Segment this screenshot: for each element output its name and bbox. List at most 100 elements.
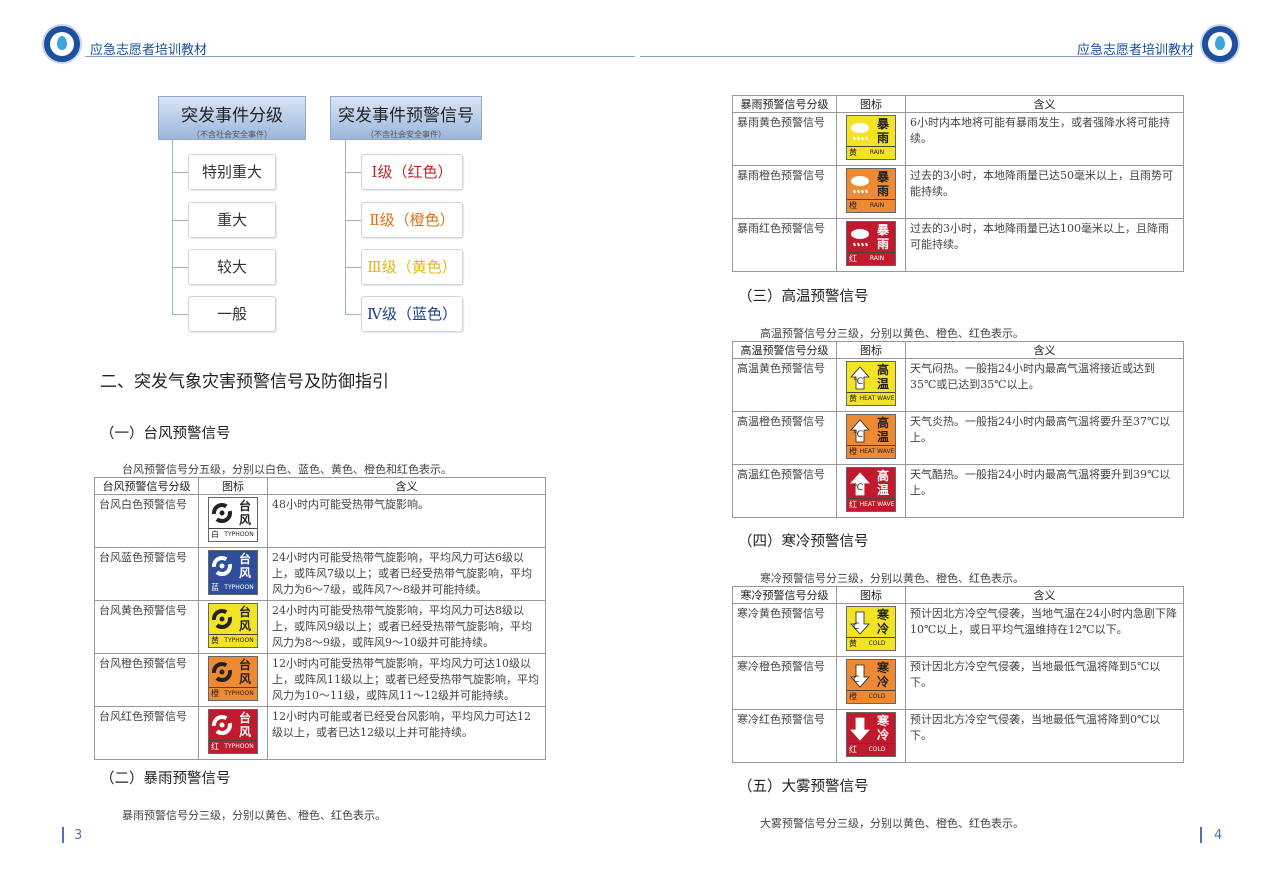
- logo-right-icon: [1200, 24, 1240, 64]
- signal-name: 台风橙色预警信号: [94, 653, 199, 707]
- icon-chinese-label: 台风: [235, 499, 255, 527]
- table-header-row: 寒冷预警信号分级 图标 含义: [732, 586, 1184, 604]
- warning-signal-icon: ℃ 高温橙 HEAT WAVE: [846, 414, 896, 459]
- icon-chinese-label: 寒冷: [873, 714, 893, 742]
- column-header: 高温预警信号分级: [732, 341, 837, 359]
- chart-connector-right: [345, 140, 346, 314]
- book-spread: 应急志愿者培训教材 应急志愿者培训教材 3 4 突发事件分级 （不含社会安全事件…: [0, 0, 1280, 874]
- icon-chinese-label: 台风: [235, 658, 255, 686]
- warning-signal-icon: ℃ 高温红 HEAT WAVE: [846, 467, 896, 512]
- icon-char-1: 台: [238, 552, 251, 566]
- icon-english-label: COLD: [859, 743, 895, 756]
- icon-mark: ℃: [853, 483, 864, 493]
- icon-char-2: 风: [238, 566, 251, 580]
- signal-name: 高温红色预警信号: [732, 464, 837, 518]
- table-row: 台风橙色预警信号台风橙 TYPHOON 12小时内可能受热带气旋影响，平均风力可达1…: [94, 653, 546, 707]
- icon-char-2: 雨: [876, 184, 889, 198]
- chart-branch: [345, 314, 361, 315]
- icon-mark: C: [853, 675, 860, 685]
- rain-cloud-icon: [851, 229, 869, 247]
- rainstorm-table: 暴雨预警信号分级图标含义暴雨黄色预警信号暴雨黄RAIN STORM6小时内本地将…: [732, 95, 1184, 272]
- icon-english-label: HEAT WAVE: [859, 498, 895, 511]
- icon-english-label: HEAT WAVE: [859, 445, 895, 458]
- icon-char-2: 冷: [876, 622, 889, 636]
- signal-description: 预计因北方冷空气侵袭，当地气温在24小时内急剧下降10℃以上，或日平均气温维持在…: [905, 603, 1184, 657]
- column-header: 图标: [836, 95, 906, 113]
- page-number-left: 3: [74, 828, 83, 843]
- icon-english-label: RAIN STORM: [859, 252, 895, 265]
- table-header-row: 高温预警信号分级 图标 含义: [732, 341, 1184, 359]
- logo-left-icon: [42, 24, 82, 64]
- cold-heading: （四）寒冷预警信号: [738, 534, 869, 550]
- signal-description: 天气闷热。一般指24小时内最高气温将接近或达到35℃或已达到35℃以上。: [905, 358, 1184, 412]
- icon-char-2: 风: [238, 725, 251, 739]
- cold-arrow-icon: [850, 717, 870, 741]
- signal-description: 预计因北方冷空气侵袭，当地最低气温将降到0℃以下。: [905, 709, 1184, 763]
- footer-bar-left: [62, 827, 64, 843]
- heat-heading: （三）高温预警信号: [738, 289, 869, 305]
- signal-icon-cell: C 寒冷橙 COLD: [836, 656, 906, 710]
- fog-heading: （五）大雾预警信号: [738, 779, 869, 795]
- chart-head-grading-title: 突发事件分级: [181, 106, 283, 126]
- typhoon-icon: [212, 715, 232, 735]
- icon-char-1: 高: [876, 363, 889, 377]
- icon-char-1: 高: [876, 469, 889, 483]
- table-row: 寒冷橙色预警信号 C 寒冷橙 COLD 预计因北方冷空气侵袭，当地最低气温将降到5℃以下…: [732, 656, 1184, 710]
- signal-icon-cell: 台风红 TYPHOON: [198, 706, 268, 760]
- grade-box-2: 重大: [188, 202, 276, 238]
- grade-box-4: 一般: [188, 296, 276, 332]
- icon-mark: C: [853, 622, 860, 632]
- signal-name: 台风红色预警信号: [94, 706, 199, 760]
- chart-branch: [172, 220, 188, 221]
- signal-icon-cell: 暴雨红RAIN STORM: [836, 218, 906, 272]
- signal-name: 暴雨橙色预警信号: [732, 165, 837, 219]
- typhoon-icon: [212, 609, 232, 629]
- signal-icon-cell: 暴雨橙RAIN STORM: [836, 165, 906, 219]
- signal-icon-cell: ℃ 高温黄 HEAT WAVE: [836, 358, 906, 412]
- chart-branch: [172, 314, 188, 315]
- signal-name: 寒冷红色预警信号: [732, 709, 837, 763]
- heat-intro: 高温预警信号分三级，分别以黄色、橙色、红色表示。: [760, 327, 1024, 340]
- table-row: 台风黄色预警信号台风黄 TYPHOON 24小时内可能受热带气旋影响，平均风力可达8…: [94, 600, 546, 654]
- icon-english-label: TYPHOON: [221, 740, 257, 753]
- icon-chinese-label: 台风: [235, 552, 255, 580]
- chart-branch: [172, 267, 188, 268]
- icon-char-1: 台: [238, 658, 251, 672]
- level-box-1: Ⅰ级（红色）: [361, 154, 463, 190]
- signal-icon-cell: ℃ 高温红 HEAT WAVE: [836, 464, 906, 518]
- chart-head-grading: 突发事件分级 （不含社会安全事件）: [158, 96, 306, 140]
- fog-intro: 大雾预警信号分三级，分别以黄色、橙色、红色表示。: [760, 817, 1024, 830]
- icon-chinese-label: 暴雨: [873, 170, 893, 198]
- typhoon-icon: [212, 503, 232, 523]
- icon-char-1: 暴: [876, 117, 889, 131]
- signal-icon-cell: C 寒冷黄 COLD: [836, 603, 906, 657]
- table-row: 高温橙色预警信号 ℃ 高温橙 HEAT WAVE 天气炎热。一般指24小时内最高气温将要…: [732, 411, 1184, 465]
- icon-char-2: 雨: [876, 237, 889, 251]
- column-header: 图标: [198, 477, 268, 495]
- signal-description: 12小时内可能受热带气旋影响，平均风力可达10级以上，或阵风11级以上；或者已经…: [267, 653, 546, 707]
- column-header: 台风预警信号分级: [94, 477, 199, 495]
- section-title: 二、突发气象灾害预警信号及防御指引: [100, 372, 389, 392]
- warning-signal-icon: 暴雨橙RAIN STORM: [846, 168, 896, 213]
- icon-char-2: 风: [238, 513, 251, 527]
- icon-char-1: 台: [238, 711, 251, 725]
- chart-connector-left: [172, 140, 173, 314]
- table-row: 台风白色预警信号台风白 TYPHOON 48小时内可能受热带气旋影响。: [94, 494, 546, 548]
- footer-bar-right: [1200, 827, 1202, 843]
- signal-name: 暴雨黄色预警信号: [732, 112, 837, 166]
- signal-name: 台风黄色预警信号: [94, 600, 199, 654]
- grade-box-3: 较大: [188, 249, 276, 285]
- column-header: 含义: [905, 95, 1184, 113]
- signal-description: 过去的3小时，本地降雨量已达50毫米以上，且雨势可能持续。: [905, 165, 1184, 219]
- table-row: 暴雨红色预警信号暴雨红RAIN STORM过去的3小时，本地降雨量已达100毫米…: [732, 218, 1184, 272]
- signal-icon-cell: 台风橙 TYPHOON: [198, 653, 268, 707]
- header-rule-left: [85, 56, 635, 57]
- signal-name: 寒冷黄色预警信号: [732, 603, 837, 657]
- chart-head-warning: 突发事件预警信号 （不含社会安全事件）: [330, 96, 482, 140]
- heat-table: 高温预警信号分级 图标 含义 高温黄色预警信号 ℃ 高温黄 HEAT WAVE 天气闷热。一般…: [732, 341, 1184, 518]
- chart-head-grading-subtitle: （不含社会安全事件）: [192, 130, 272, 139]
- warning-signal-icon: 台风红 TYPHOON: [208, 709, 258, 754]
- signal-icon-cell: 台风白 TYPHOON: [198, 494, 268, 548]
- icon-chinese-label: 高温: [873, 416, 893, 444]
- icon-chinese-label: 寒冷: [873, 661, 893, 689]
